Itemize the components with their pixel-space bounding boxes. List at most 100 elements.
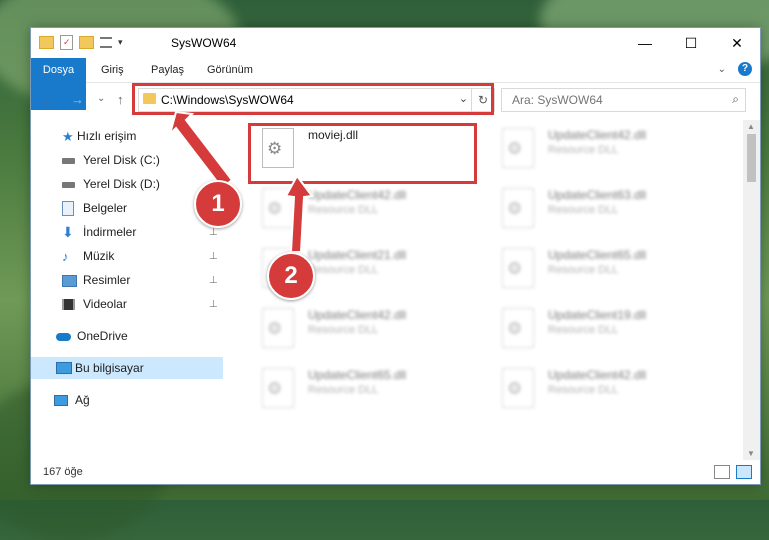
file-item[interactable]: ⚙ UpdateClient63.dll Resource DLL: [486, 182, 706, 234]
file-name: UpdateClient42.dll: [308, 188, 407, 202]
file-item[interactable]: ⚙ UpdateClient42.dll Resource DLL: [246, 182, 466, 234]
sidebar-item-label: Bu bilgisayar: [75, 361, 144, 375]
sidebar-item-downloads[interactable]: ⬇ İndirmeler ⊥: [31, 221, 223, 243]
maximize-button[interactable]: ☐: [668, 28, 714, 58]
sidebar-item-local-disk-d[interactable]: Yerel Disk (D:): [31, 173, 223, 195]
sidebar-item-label: Ağ: [75, 393, 90, 407]
ribbon-tabs: Dosya Giriş Paylaş Görünüm ⌄ ?: [31, 58, 760, 110]
dll-file-icon: ⚙: [502, 188, 534, 228]
dll-file-icon: ⚙: [502, 368, 534, 408]
file-item[interactable]: ⚙ UpdateClient42.dll Resource DLL: [486, 122, 706, 174]
pin-icon: ⊥: [209, 298, 218, 310]
navigation-pane: ★ Hızlı erişim Yerel Disk (C:) ⊥ Yerel D…: [31, 120, 227, 460]
pin-icon: ⊥: [209, 154, 218, 166]
view-icon[interactable]: [100, 37, 112, 48]
video-icon: [62, 299, 75, 310]
gear-icon: ⚙: [267, 199, 283, 218]
window-controls: — ☐ ✕: [622, 28, 760, 58]
sidebar-item-label: Yerel Disk (D:): [83, 177, 160, 191]
scrollbar-thumb[interactable]: [747, 134, 756, 182]
address-highlight-box: [132, 83, 494, 115]
tab-share[interactable]: Paylaş: [151, 58, 184, 82]
file-name: UpdateClient42.dll: [308, 308, 407, 322]
pin-icon: ⊥: [209, 226, 218, 238]
sidebar-item-label: OneDrive: [77, 329, 128, 343]
file-item[interactable]: ⚙ UpdateClient19.dll Resource DLL: [486, 302, 706, 354]
help-button[interactable]: ?: [738, 62, 752, 76]
file-name: UpdateClient42.dll: [548, 128, 647, 142]
step-1-badge: 1: [194, 180, 242, 228]
file-name: UpdateClient21.dll: [308, 248, 407, 262]
sidebar-item-label: Yerel Disk (C:): [83, 153, 160, 167]
new-folder-icon[interactable]: [79, 36, 94, 49]
sidebar-item-music[interactable]: ♪ Müzik ⊥: [31, 245, 223, 267]
sidebar-item-pictures[interactable]: Resimler ⊥: [31, 269, 223, 291]
file-name: UpdateClient19.dll: [548, 308, 647, 322]
tab-home[interactable]: Giriş: [101, 58, 124, 82]
download-icon: ⬇: [62, 223, 74, 240]
close-button[interactable]: ✕: [714, 28, 760, 58]
sidebar-item-label: Belgeler: [83, 201, 128, 215]
gear-icon: ⚙: [507, 259, 523, 278]
sidebar-item-label: Müzik: [83, 249, 115, 263]
documents-icon: [62, 200, 74, 216]
sidebar-item-quick-access[interactable]: ★ Hızlı erişim: [31, 125, 223, 147]
dll-file-icon: ⚙: [262, 368, 294, 408]
chevron-down-icon[interactable]: ▾: [118, 37, 123, 48]
step-2-badge: 2: [267, 252, 315, 300]
search-input[interactable]: [510, 92, 714, 108]
sidebar-item-onedrive[interactable]: OneDrive: [31, 325, 223, 347]
drive-icon: [62, 158, 75, 164]
recent-locations-button[interactable]: ⌄: [97, 93, 105, 104]
vertical-scrollbar[interactable]: ▲ ▼: [743, 120, 760, 460]
file-type: Resource DLL: [308, 384, 379, 396]
sidebar-item-label: Resimler: [83, 273, 131, 287]
file-item[interactable]: ⚙ UpdateClient65.dll Resource DLL: [246, 362, 466, 414]
sidebar-item-this-pc[interactable]: Bu bilgisayar: [31, 357, 223, 379]
file-explorer-window: ✓ ▾ SysWOW64 — ☐ ✕ Dosya Giriş Paylaş Gö…: [31, 28, 760, 484]
folder-icon: [39, 36, 54, 49]
dll-file-icon: ⚙: [502, 248, 534, 288]
file-type: Resource DLL: [548, 384, 619, 396]
sidebar-item-network[interactable]: Ağ: [31, 389, 223, 411]
network-icon: [54, 395, 68, 406]
quick-access-toolbar: ✓ ▾: [39, 35, 123, 50]
drive-icon: [62, 182, 75, 188]
search-box[interactable]: ⌕: [501, 88, 746, 112]
forward-button[interactable]: →: [71, 92, 84, 107]
details-view-button[interactable]: [714, 465, 730, 479]
file-item[interactable]: ⚙ UpdateClient65.dll Resource DLL: [486, 242, 706, 294]
file-type: Resource DLL: [548, 144, 619, 156]
music-icon: ♪: [62, 248, 69, 264]
sidebar-item-videos[interactable]: Videolar ⊥: [31, 293, 223, 315]
sidebar-item-local-disk-c[interactable]: Yerel Disk (C:) ⊥: [31, 149, 223, 171]
scroll-down-button[interactable]: ▼: [747, 449, 755, 458]
tab-view[interactable]: Görünüm: [207, 58, 253, 82]
properties-icon[interactable]: ✓: [60, 35, 73, 50]
pin-icon: ⊥: [209, 274, 218, 286]
sidebar-item-label: İndirmeler: [83, 225, 137, 239]
up-button[interactable]: ↑: [117, 92, 124, 107]
dll-file-icon: ⚙: [262, 308, 294, 348]
file-item[interactable]: ⚙ UpdateClient42.dll Resource DLL: [486, 362, 706, 414]
gear-icon: ⚙: [507, 199, 523, 218]
dll-file-icon: ⚙: [502, 128, 534, 168]
ribbon-expand-button[interactable]: ⌄: [718, 64, 726, 75]
gear-icon: ⚙: [507, 139, 523, 158]
dll-file-icon: ⚙: [262, 188, 294, 228]
search-icon[interactable]: ⌕: [732, 92, 739, 107]
scroll-up-button[interactable]: ▲: [747, 122, 755, 131]
file-type: Resource DLL: [548, 264, 619, 276]
file-item[interactable]: ⚙ UpdateClient42.dll Resource DLL: [246, 302, 466, 354]
gear-icon: ⚙: [507, 319, 523, 338]
back-button[interactable]: ←: [43, 92, 56, 107]
item-count: 167 öğe: [43, 466, 83, 478]
large-icons-view-button[interactable]: [736, 465, 752, 479]
file-type: Resource DLL: [548, 204, 619, 216]
sidebar-item-label: Videolar: [83, 297, 127, 311]
file-type: Resource DLL: [548, 324, 619, 336]
cloud-icon: [56, 333, 71, 341]
gear-icon: ⚙: [267, 379, 283, 398]
minimize-button[interactable]: —: [622, 28, 668, 58]
file-name: UpdateClient42.dll: [548, 368, 647, 382]
